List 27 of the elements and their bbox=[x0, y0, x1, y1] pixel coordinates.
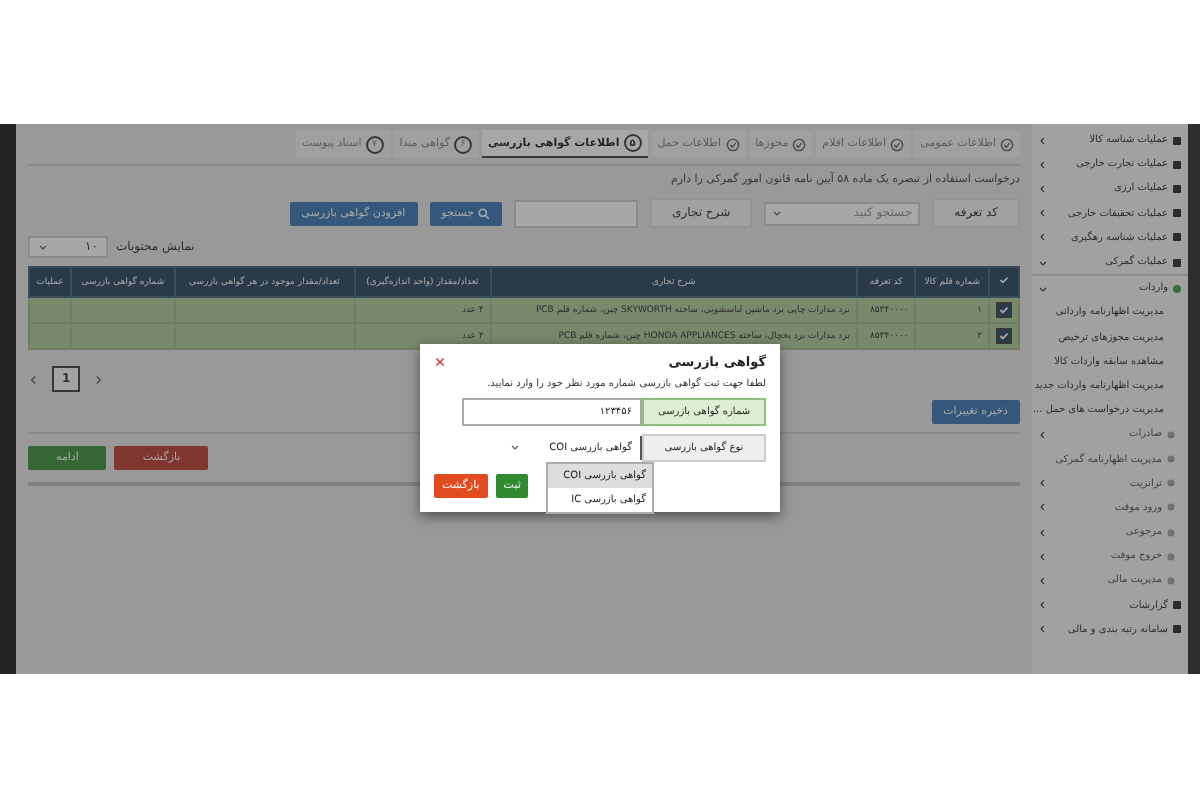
caret-icon bbox=[772, 208, 783, 218]
dot-icon bbox=[1166, 575, 1176, 586]
caret-icon bbox=[510, 442, 520, 452]
menu-square-icon bbox=[1172, 135, 1182, 146]
menu-square-icon bbox=[1172, 208, 1182, 219]
dot-icon bbox=[1166, 527, 1176, 538]
menu-square-icon bbox=[1172, 624, 1182, 635]
caret-icon bbox=[38, 242, 48, 252]
close-icon[interactable] bbox=[434, 356, 446, 368]
menu-square-icon bbox=[1172, 257, 1182, 268]
search-icon bbox=[478, 207, 491, 219]
check-icon bbox=[998, 274, 1010, 286]
description-field[interactable] bbox=[514, 199, 639, 227]
menu-square-icon bbox=[1172, 159, 1182, 170]
dot-icon bbox=[1166, 502, 1176, 513]
row-checkbox[interactable] bbox=[996, 302, 1012, 318]
dot-icon bbox=[1166, 454, 1176, 465]
dot-icon bbox=[1166, 551, 1176, 562]
menu-square-icon bbox=[1172, 600, 1182, 611]
row-checkbox[interactable] bbox=[996, 328, 1012, 344]
dot-icon bbox=[1166, 429, 1176, 440]
dot-icon bbox=[1172, 283, 1182, 294]
dot-icon bbox=[1166, 478, 1176, 489]
next-page-icon[interactable] bbox=[92, 373, 105, 385]
previous-page-icon[interactable] bbox=[28, 373, 40, 385]
menu-square-icon bbox=[1172, 232, 1182, 243]
menu-square-icon bbox=[1172, 183, 1182, 194]
